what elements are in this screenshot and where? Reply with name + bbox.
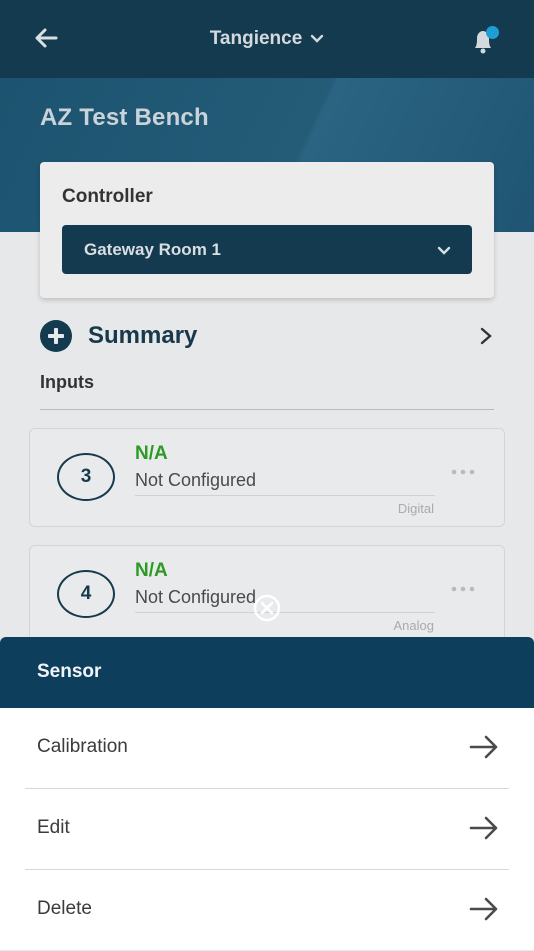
sheet-menu: Calibration Edit Delete [0, 708, 534, 950]
input-status: Not Configured [135, 587, 257, 607]
menu-item-label: Delete [37, 898, 92, 919]
more-options-icon[interactable] [450, 584, 476, 594]
sensor-bottom-sheet: Sensor Calibration Edit Delete [0, 637, 534, 950]
organization-selector[interactable]: Tangience [0, 24, 534, 54]
input-value: N/A [135, 443, 168, 464]
controller-label: Controller [62, 186, 153, 207]
inputs-section-label: Inputs [40, 372, 94, 392]
input-status: Not Configured [135, 470, 257, 490]
menu-item-delete[interactable]: Delete [25, 870, 509, 951]
chevron-down-icon [311, 34, 324, 43]
arrow-right-icon [469, 816, 498, 840]
menu-item-label: Calibration [37, 736, 128, 757]
input-type: Digital [397, 501, 434, 516]
top-app-bar: Tangience [0, 0, 534, 78]
menu-item-edit[interactable]: Edit [25, 789, 509, 870]
menu-item-calibration[interactable]: Calibration [25, 708, 509, 789]
divider [135, 612, 435, 613]
input-number-badge: 4 [57, 570, 115, 618]
summary-label: Summary [88, 322, 198, 349]
close-sheet-icon[interactable] [251, 593, 283, 623]
controller-dropdown[interactable]: Gateway Room 1 [62, 225, 472, 274]
divider [135, 495, 435, 496]
input-type: Analog [393, 618, 434, 633]
controller-card: Controller Gateway Room 1 [40, 162, 494, 298]
arrow-right-icon [469, 897, 498, 921]
input-number-badge: 3 [57, 453, 115, 501]
controller-selected-value: Gateway Room 1 [84, 239, 221, 259]
chevron-right-icon [480, 327, 492, 345]
organization-name: Tangience [209, 28, 303, 49]
input-card[interactable]: 3 N/A Not Configured Digital [29, 428, 505, 527]
notification-badge [486, 26, 499, 39]
page-title: AZ Test Bench [40, 104, 209, 131]
summary-row[interactable]: Summary [40, 318, 500, 354]
notifications-button[interactable] [467, 24, 501, 56]
menu-item-label: Edit [37, 817, 70, 838]
more-options-icon[interactable] [450, 467, 476, 477]
sheet-header: Sensor [0, 637, 534, 708]
arrow-right-icon [469, 735, 498, 759]
input-value: N/A [135, 560, 168, 581]
divider [40, 409, 494, 410]
plus-circle-icon [40, 320, 72, 352]
sheet-title: Sensor [37, 661, 102, 682]
chevron-down-icon [437, 246, 451, 255]
